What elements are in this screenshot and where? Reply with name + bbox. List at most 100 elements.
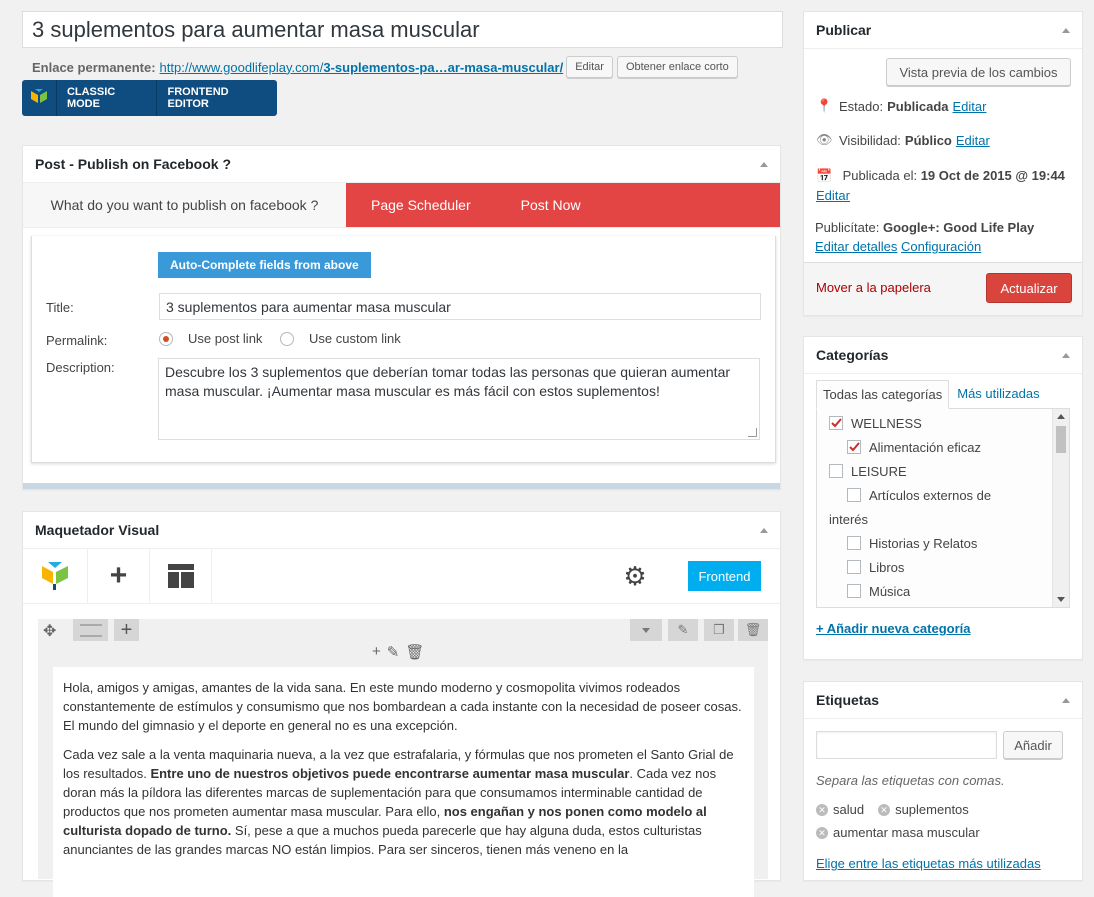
vc-frontend-button[interactable]: Frontend [688,561,761,591]
column-delete-trash-icon[interactable]: 🗑 [405,643,424,661]
fb-red-tabs: Page Scheduler Post Now [346,183,780,227]
update-button[interactable]: Actualizar [986,273,1072,303]
collapse-arrow-icon[interactable] [760,161,768,167]
remove-tag-icon[interactable]: ✕ [816,826,828,839]
share-value: Google+: Good Life Play [882,220,1035,235]
vc-box-header[interactable]: Maquetador Visual [23,512,780,549]
row-layout-icon[interactable] [73,619,108,641]
tag-list: ✕ salud ✕ suplementos ✕ aumentar masa muscu… [816,798,1076,844]
resize-handle-icon[interactable] [748,428,757,437]
calendar-icon: 📅 [816,168,833,183]
checkbox-icon[interactable] [847,488,861,502]
collapse-arrow-icon[interactable] [1062,352,1070,358]
vc-toolbar: + ⚙ Frontend [23,549,780,604]
tab-most-used[interactable]: Más utilizadas [949,380,1047,407]
vc-logo-icon [23,549,88,603]
row-move-handle-icon[interactable]: ✥ [43,621,56,641]
category-scrollbar[interactable] [1052,409,1069,607]
move-to-trash-link[interactable]: Mover a la papelera [816,280,931,295]
column-edit-pencil-icon[interactable]: ✎ [387,643,400,661]
fb-title-input[interactable]: 3 suplementos para aumentar masa muscula… [159,293,761,320]
templates-icon[interactable] [150,549,212,603]
publish-box-header[interactable]: Publicar [804,12,1082,49]
radio-post-link[interactable]: Use post link [159,331,262,346]
checkbox-icon[interactable] [829,464,843,478]
category-items: WELLNESS Alimentación eficaz LEISURE Artícu… [817,409,1069,603]
collapse-arrow-icon[interactable] [1062,697,1070,703]
text-block[interactable]: Hola, amigos y amigas, amantes de la vid… [53,667,754,897]
checkbox-icon[interactable] [847,536,861,550]
visibility-row: 👁 Visibilidad: Público Editar [816,132,990,148]
scroll-down-arrow-icon[interactable] [1057,597,1065,602]
categories-box-header[interactable]: Categorías [804,337,1082,374]
published-edit-link[interactable]: Editar [816,188,850,203]
permalink-base: http://www.goodlifeplay.com/ [159,59,324,75]
tab-what-to-publish[interactable]: What do you want to publish on facebook … [23,183,346,227]
autocomplete-button[interactable]: Auto-Complete fields from above [158,252,371,278]
fb-title-value: 3 suplementos para aumentar masa muscula… [166,298,451,315]
collapse-arrow-icon[interactable] [1062,27,1070,33]
add-element-icon[interactable]: + [88,549,150,603]
scroll-thumb[interactable] [1056,426,1066,453]
row-clone-icon[interactable]: ❐ [704,619,734,641]
choose-most-used-tags-link[interactable]: Elige entre las etiquetas más utilizadas [816,856,1041,871]
pin-icon: 📍 [816,98,833,113]
vc-box-title: Maquetador Visual [35,522,160,538]
fb-description-value: Descubre los 3 suplementos que deberían … [165,364,731,399]
tag-item: ✕ suplementos [878,798,969,821]
configuration-link[interactable]: Configuración [901,239,981,254]
fb-title-label: Title: [46,300,74,315]
collapse-arrow-icon[interactable] [760,527,768,533]
add-tag-button[interactable]: Añadir [1003,731,1063,759]
category-tabs: Todas las categorías Más utilizadas [816,380,1048,409]
tags-box: Etiquetas Añadir Separa las etiquetas co… [803,681,1083,881]
category-item[interactable]: LEISURE [829,459,1069,483]
category-item[interactable]: Artículos externos de [829,483,1069,507]
checkbox-checked-icon[interactable] [829,416,843,430]
facebook-box-title: Post - Publish on Facebook ? [35,156,232,172]
radio-custom-link[interactable]: Use custom link [280,331,401,346]
row-add-column-icon[interactable]: + [114,619,139,641]
facebook-box-header[interactable]: Post - Publish on Facebook ? [23,146,780,183]
remove-tag-icon[interactable]: ✕ [878,803,891,816]
tab-page-scheduler[interactable]: Page Scheduler [371,197,471,213]
status-value: Publicada [887,98,949,114]
frontend-editor-button[interactable]: FRONTEND EDITOR [157,80,277,116]
classic-mode-button[interactable]: CLASSIC MODE [57,80,158,116]
add-new-category-link[interactable]: + Añadir nueva categoría [816,621,971,636]
fb-description-textarea[interactable]: Descubre los 3 suplementos que deberían … [158,358,760,440]
row-edit-pencil-icon[interactable]: ✎ [668,619,698,641]
column-add-icon[interactable]: + [372,643,381,661]
checkbox-icon[interactable] [847,584,861,598]
tag-input[interactable] [816,731,997,759]
shortlink-button[interactable]: Obtener enlace corto [616,56,738,78]
edit-details-link[interactable]: Editar detalles [815,239,897,254]
category-item[interactable]: Libros [829,555,1069,579]
permalink-edit-button[interactable]: Editar [566,56,613,78]
category-item[interactable]: WELLNESS [829,411,1069,435]
category-item[interactable]: interés [829,507,1069,531]
status-edit-link[interactable]: Editar [953,99,987,114]
radio-unchecked-icon [280,331,294,346]
category-item[interactable]: Alimentación eficaz [829,435,1069,459]
tags-box-header[interactable]: Etiquetas [804,682,1082,719]
scroll-up-arrow-icon[interactable] [1057,414,1065,419]
column-controls: + ✎ 🗑 [372,643,424,661]
checkbox-icon[interactable] [847,560,861,574]
checkbox-checked-icon[interactable] [847,440,861,454]
category-item[interactable]: Historias y Relatos [829,531,1069,555]
category-item[interactable]: Música [829,579,1069,603]
row-delete-trash-icon[interactable]: 🗑 [738,619,768,641]
tab-all-categories[interactable]: Todas las categorías [816,380,950,409]
row-toggle-icon[interactable] [630,619,662,641]
fb-description-label: Description: [46,360,115,375]
permalink-link[interactable]: http://www.goodlifeplay.com/3-suplemento… [160,60,564,75]
visibility-edit-link[interactable]: Editar [956,133,990,148]
settings-gear-icon[interactable]: ⚙ [620,549,650,603]
post-title-input[interactable]: 3 suplementos para aumentar masa muscula… [22,11,783,48]
tab-post-now[interactable]: Post Now [521,197,581,213]
content-paragraph-2: Cada vez sale a la venta maquinaria nuev… [63,747,734,857]
publish-actions: Mover a la papelera Actualizar [804,262,1082,315]
preview-changes-button[interactable]: Vista previa de los cambios [886,58,1071,86]
remove-tag-icon[interactable]: ✕ [816,803,828,816]
